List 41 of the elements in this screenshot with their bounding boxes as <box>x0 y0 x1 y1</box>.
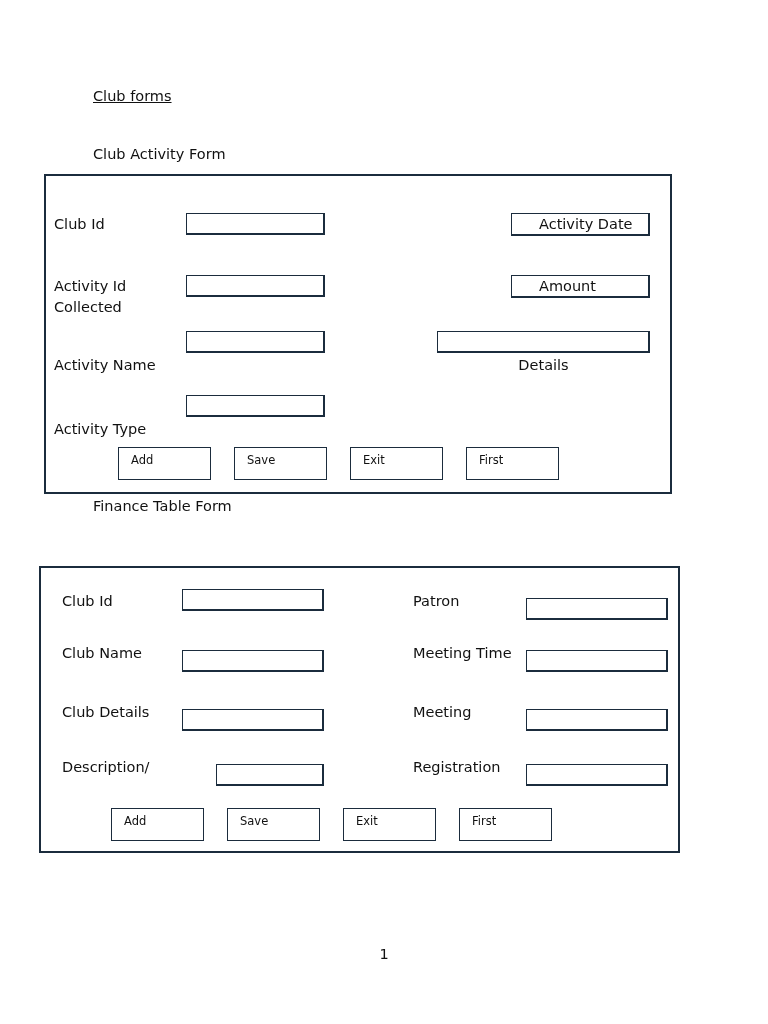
field-label: Patron <box>413 592 460 611</box>
label-box: Activity Date <box>511 213 650 236</box>
field-label: Activity Type <box>54 420 147 439</box>
form-title: Finance Table Form <box>93 497 232 515</box>
form-button[interactable]: First <box>459 808 552 841</box>
input-field[interactable] <box>186 331 325 353</box>
form-button[interactable]: Exit <box>350 447 443 480</box>
page-heading: Club forms <box>93 87 172 105</box>
input-field[interactable] <box>216 764 324 786</box>
input-field[interactable] <box>526 764 668 786</box>
input-field[interactable] <box>182 589 324 611</box>
input-field[interactable] <box>526 709 668 731</box>
form-button[interactable]: Save <box>234 447 327 480</box>
field-label: Club Id <box>62 592 113 611</box>
field-label: Description/ <box>62 758 150 777</box>
input-field[interactable] <box>182 650 324 672</box>
input-field[interactable] <box>186 275 325 297</box>
field-label: Meeting Time <box>413 644 512 663</box>
input-field[interactable] <box>437 331 650 353</box>
form-button[interactable]: Add <box>111 808 204 841</box>
input-field[interactable] <box>526 598 668 620</box>
input-field[interactable] <box>186 213 325 235</box>
form-button[interactable]: Exit <box>343 808 436 841</box>
field-label: Details <box>518 356 569 375</box>
input-field[interactable] <box>526 650 668 672</box>
field-label: Club Details <box>62 703 150 722</box>
label-box: Amount <box>511 275 650 298</box>
input-field[interactable] <box>182 709 324 731</box>
form-button[interactable]: Save <box>227 808 320 841</box>
field-label: Club Id <box>54 215 105 234</box>
input-field[interactable] <box>186 395 325 417</box>
form-button[interactable]: First <box>466 447 559 480</box>
field-label: Registration <box>413 758 501 777</box>
form-button[interactable]: Add <box>118 447 211 480</box>
form-title: Club Activity Form <box>93 145 226 163</box>
page-number: 1 <box>379 945 389 963</box>
field-label: Activity Name <box>54 356 156 375</box>
field-label: Club Name <box>62 644 142 663</box>
field-label: Activity Id <box>54 277 127 296</box>
field-label: Meeting <box>413 703 472 722</box>
field-label: Collected <box>54 298 122 317</box>
